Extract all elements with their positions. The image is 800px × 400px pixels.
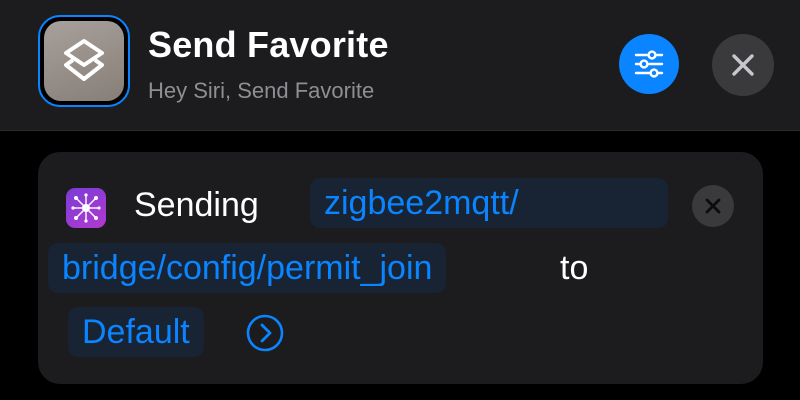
settings-button[interactable] — [619, 34, 679, 94]
close-icon — [732, 54, 754, 76]
expand-action-button[interactable] — [244, 312, 286, 354]
shortcut-icon-button[interactable] — [38, 15, 130, 107]
topic-parameter-line1[interactable]: zigbee2mqtt/ — [310, 178, 668, 228]
action-connector: to — [560, 249, 589, 287]
shortcuts-layers-icon — [44, 21, 124, 101]
sliders-icon — [634, 50, 664, 78]
shortcut-subtitle: Hey Siri, Send Favorite — [148, 78, 375, 103]
shortcut-header: Send Favorite Hey Siri, Send Favorite — [0, 0, 800, 131]
send-action-card: Sending zigbee2mqtt/ bridge/config/permi… — [38, 152, 763, 384]
target-parameter[interactable]: Default — [68, 307, 204, 357]
topic-parameter-line2[interactable]: bridge/config/permit_join — [48, 243, 447, 293]
action-verb: Sending — [134, 186, 259, 224]
chevron-right-circle-icon — [246, 314, 284, 352]
remove-action-button[interactable] — [692, 185, 734, 227]
shortcut-title[interactable]: Send Favorite — [148, 24, 389, 66]
close-icon — [705, 198, 721, 214]
network-hub-icon — [66, 188, 106, 228]
close-button[interactable] — [712, 34, 774, 96]
